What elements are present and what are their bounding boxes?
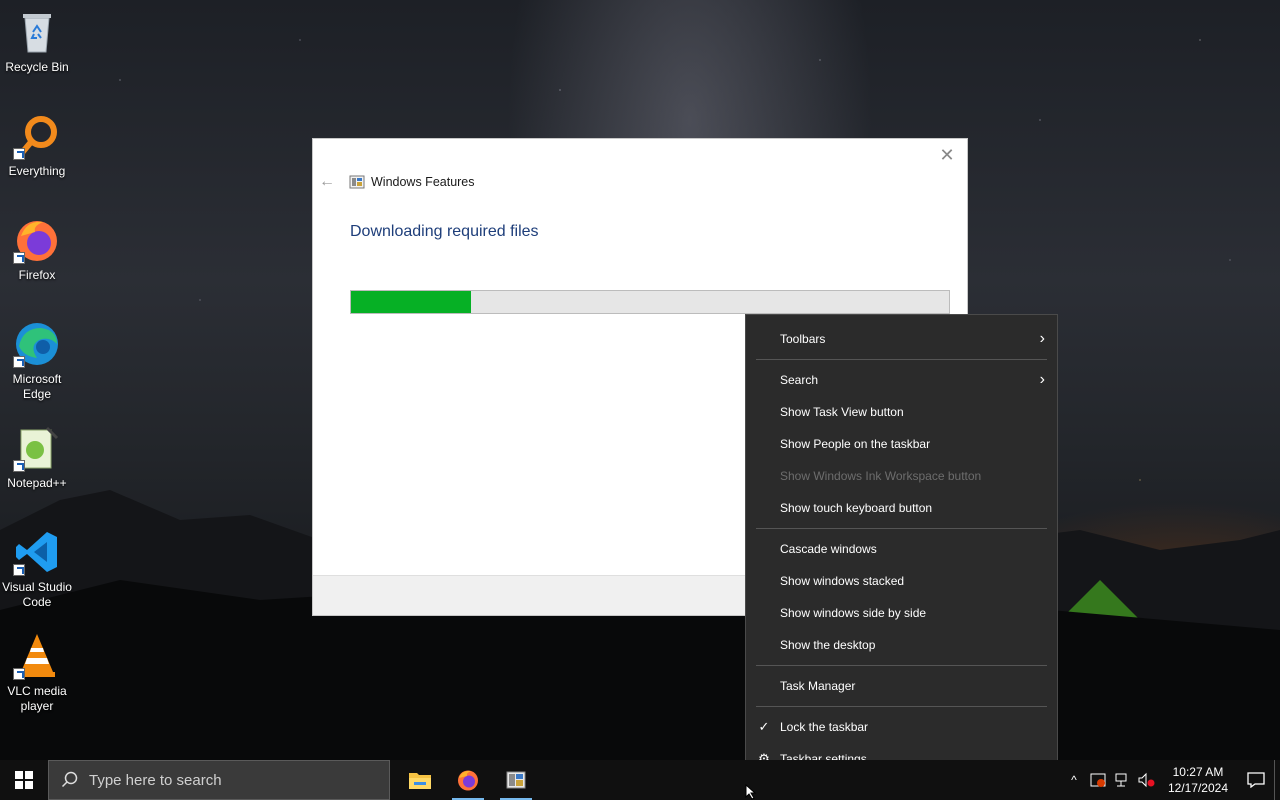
desktop-icon-notepad-plus-plus[interactable]: Notepad++ bbox=[0, 424, 74, 491]
desktop-icon-label: Firefox bbox=[18, 268, 56, 282]
menu-item-label: Show windows stacked bbox=[780, 574, 905, 588]
shortcut-arrow-icon bbox=[13, 252, 25, 264]
clock-time: 10:27 AM bbox=[1172, 765, 1224, 779]
recycle-bin-icon bbox=[13, 8, 61, 56]
desktop-icon-label: VLC media player bbox=[7, 684, 67, 713]
menu-item-show-people[interactable]: Show People on the taskbar bbox=[746, 428, 1057, 460]
network-icon[interactable] bbox=[1110, 760, 1134, 800]
desktop-icon-vscode[interactable]: Visual Studio Code bbox=[0, 528, 74, 610]
desktop-icon-vlc[interactable]: VLC media player bbox=[0, 632, 74, 714]
close-icon[interactable]: ✕ bbox=[935, 143, 959, 167]
menu-item-show-task-view[interactable]: Show Task View button bbox=[746, 396, 1057, 428]
menu-item-label: Lock the taskbar bbox=[780, 720, 869, 734]
firefox-icon bbox=[13, 216, 61, 264]
menu-item-show-windows-stacked[interactable]: Show windows stacked bbox=[746, 565, 1057, 597]
search-placeholder: Type here to search bbox=[89, 771, 222, 789]
desktop-icon-label: Microsoft Edge bbox=[12, 372, 62, 401]
taskbar-search-box[interactable]: Type here to search bbox=[48, 760, 390, 800]
windows-features-icon bbox=[349, 175, 365, 189]
shortcut-arrow-icon bbox=[13, 564, 25, 576]
mouse-cursor-icon bbox=[745, 784, 757, 800]
progress-fill bbox=[351, 291, 471, 313]
menu-item-label: Show the desktop bbox=[780, 638, 876, 652]
system-tray: ^ 10:27 AM 12/17/2024 bbox=[1062, 760, 1280, 800]
taskbar-app-file-explorer[interactable] bbox=[396, 760, 444, 800]
security-alert-icon[interactable] bbox=[1086, 760, 1110, 800]
menu-separator bbox=[756, 665, 1047, 666]
shortcut-arrow-icon bbox=[13, 460, 25, 472]
desktop-icon-recycle-bin[interactable]: Recycle Bin bbox=[0, 8, 74, 75]
desktop-icon-label: Notepad++ bbox=[7, 476, 67, 490]
menu-item-task-manager[interactable]: Task Manager bbox=[746, 670, 1057, 702]
menu-item-label: Show windows side by side bbox=[780, 606, 927, 620]
notification-icon bbox=[1247, 772, 1265, 788]
menu-separator bbox=[756, 359, 1047, 360]
menu-separator bbox=[756, 706, 1047, 707]
desktop-icon-edge[interactable]: Microsoft Edge bbox=[0, 320, 74, 402]
menu-item-cascade-windows[interactable]: Cascade windows bbox=[746, 533, 1057, 565]
menu-item-label: Task Manager bbox=[780, 679, 856, 693]
menu-item-show-windows-side-by-side[interactable]: Show windows side by side bbox=[746, 597, 1057, 629]
desktop-icon-everything[interactable]: Everything bbox=[0, 112, 74, 179]
back-arrow-icon[interactable]: ← bbox=[319, 173, 337, 191]
everything-icon bbox=[13, 112, 61, 160]
menu-item-label: Search bbox=[780, 373, 819, 387]
notepad-plus-plus-icon bbox=[13, 424, 61, 472]
menu-separator bbox=[756, 528, 1047, 529]
menu-item-lock-taskbar[interactable]: ✓ Lock the taskbar bbox=[746, 711, 1057, 743]
dialog-title: Windows Features bbox=[371, 175, 475, 189]
start-button[interactable] bbox=[0, 760, 48, 800]
search-icon bbox=[61, 771, 78, 788]
desktop-icon-firefox[interactable]: Firefox bbox=[0, 216, 74, 283]
windows-logo-icon bbox=[15, 771, 33, 789]
file-explorer-icon bbox=[409, 773, 431, 789]
menu-item-label: Show touch keyboard button bbox=[780, 501, 933, 515]
menu-item-search[interactable]: Search › bbox=[746, 364, 1057, 396]
menu-item-show-touch-keyboard[interactable]: Show touch keyboard button bbox=[746, 492, 1057, 524]
shortcut-arrow-icon bbox=[13, 356, 25, 368]
menu-item-toolbars[interactable]: Toolbars › bbox=[746, 323, 1057, 355]
taskbar-app-firefox[interactable] bbox=[444, 760, 492, 800]
taskbar: Type here to search ^ 10:27 AM 12/17/202… bbox=[0, 760, 1280, 800]
edge-icon bbox=[13, 320, 61, 368]
vscode-icon bbox=[13, 528, 61, 576]
clock-date: 12/17/2024 bbox=[1167, 781, 1228, 795]
action-center-button[interactable] bbox=[1238, 760, 1274, 800]
dialog-heading: Downloading required files bbox=[350, 223, 539, 240]
windows-features-icon bbox=[506, 771, 526, 789]
chevron-right-icon: › bbox=[1039, 371, 1045, 388]
chevron-up-icon[interactable]: ^ bbox=[1062, 760, 1086, 800]
desktop-icon-label: Visual Studio Code bbox=[2, 580, 72, 609]
taskbar-context-menu: Toolbars › Search › Show Task View butto… bbox=[745, 314, 1058, 783]
menu-item-label: Show Task View button bbox=[780, 405, 904, 419]
menu-item-show-desktop[interactable]: Show the desktop bbox=[746, 629, 1057, 661]
menu-item-label: Show Windows Ink Workspace button bbox=[780, 469, 982, 483]
desktop-icon-label: Recycle Bin bbox=[5, 60, 69, 74]
firefox-icon bbox=[458, 770, 478, 791]
vlc-icon bbox=[13, 632, 61, 680]
shortcut-arrow-icon bbox=[13, 668, 25, 680]
dialog-header: ← Windows Features bbox=[319, 173, 475, 191]
checkmark-icon: ✓ bbox=[758, 719, 770, 734]
menu-item-label: Show People on the taskbar bbox=[780, 437, 931, 451]
menu-item-label: Cascade windows bbox=[780, 542, 877, 556]
menu-item-show-ink-workspace: Show Windows Ink Workspace button bbox=[746, 460, 1057, 492]
menu-item-label: Toolbars bbox=[780, 332, 826, 346]
taskbar-clock[interactable]: 10:27 AM 12/17/2024 bbox=[1168, 764, 1228, 796]
show-desktop-button[interactable] bbox=[1274, 760, 1280, 800]
download-progress-bar bbox=[350, 290, 950, 314]
taskbar-app-windows-features[interactable] bbox=[492, 760, 540, 800]
desktop-icon-label: Everything bbox=[8, 164, 66, 178]
shortcut-arrow-icon bbox=[13, 148, 25, 160]
chevron-right-icon: › bbox=[1039, 330, 1045, 347]
volume-muted-icon[interactable] bbox=[1134, 760, 1158, 800]
